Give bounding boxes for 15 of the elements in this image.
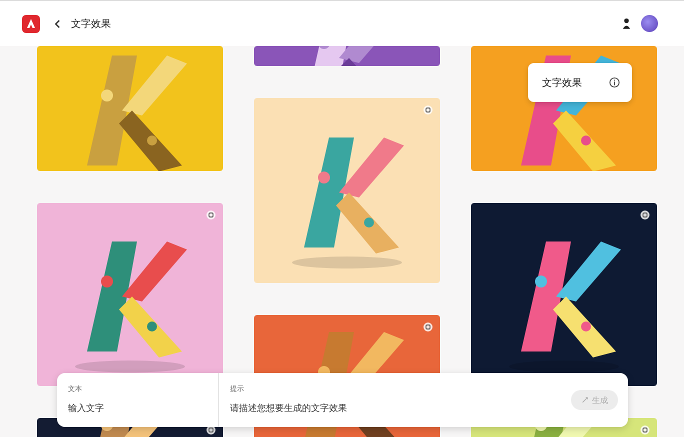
- person-icon[interactable]: [622, 17, 631, 30]
- prompt-input[interactable]: 请描述您想要生成的文字效果: [230, 400, 571, 416]
- save-icon[interactable]: [423, 322, 433, 332]
- save-icon[interactable]: [206, 210, 216, 220]
- save-icon[interactable]: [640, 425, 650, 435]
- text-input[interactable]: 输入文字: [68, 400, 218, 416]
- tooltip-label: 文字效果: [542, 76, 582, 90]
- back-icon[interactable]: [54, 18, 61, 28]
- avatar[interactable]: [641, 15, 658, 32]
- save-icon[interactable]: [423, 105, 433, 115]
- info-icon[interactable]: [609, 77, 620, 88]
- page-title: 文字效果: [71, 18, 111, 30]
- generate-icon: [581, 396, 589, 404]
- app-logo-icon[interactable]: [22, 14, 40, 32]
- save-icon[interactable]: [640, 210, 650, 220]
